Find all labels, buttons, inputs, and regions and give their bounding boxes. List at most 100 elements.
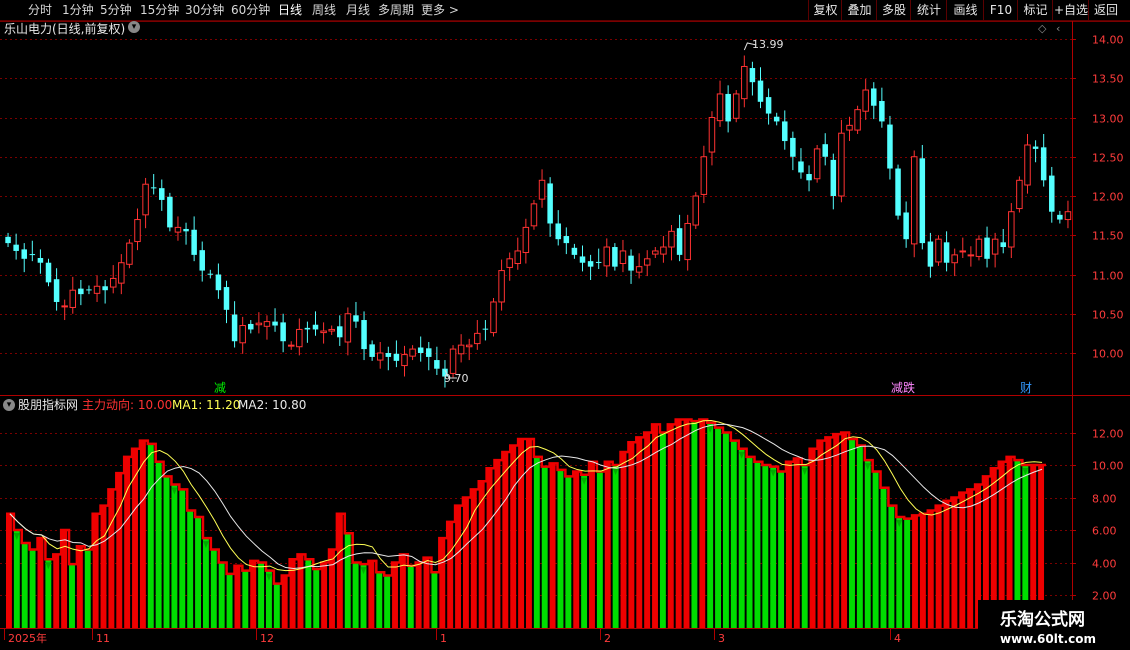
indicator-bar-green xyxy=(187,510,194,628)
indicator-bar-red xyxy=(415,562,422,628)
indicator-bar-red xyxy=(297,554,304,628)
candle-up xyxy=(401,354,408,367)
indicator-bar-red xyxy=(927,510,934,628)
candle-up xyxy=(255,322,263,326)
candle-up xyxy=(991,238,999,255)
ma1-value: 11.20 xyxy=(206,398,241,412)
indicator-bar-green xyxy=(722,432,729,628)
candle-down xyxy=(361,320,367,350)
candle-down xyxy=(1000,242,1006,248)
candle-down xyxy=(53,279,60,302)
candle-down xyxy=(426,348,432,357)
candle-down xyxy=(482,328,489,330)
indicator-bar-red xyxy=(423,557,430,628)
candle-down xyxy=(369,344,375,357)
indicator-bar-green xyxy=(754,461,761,628)
candle-down xyxy=(1032,146,1039,149)
indicator-bar-green xyxy=(801,465,808,628)
marker-jian: 减 xyxy=(214,381,227,395)
candle-down xyxy=(879,101,885,122)
watermark-title: 乐淘公式网 xyxy=(1000,610,1085,630)
indicator-main-label: 主力动向: 10.00 xyxy=(82,398,172,412)
marker-cai: 财 xyxy=(1020,381,1033,395)
indicator-bar-green xyxy=(163,476,170,628)
chevron-down-icon[interactable]: ▾ xyxy=(128,21,140,33)
candle-up xyxy=(490,301,497,334)
indicator-ma2: MA2: 10.80 xyxy=(238,398,306,412)
indicator-bar-red xyxy=(37,538,44,628)
indicator-bar-green xyxy=(541,466,548,628)
indicator-bar-green xyxy=(305,559,312,628)
candle-down xyxy=(547,183,553,224)
indicator-bar-green xyxy=(533,456,540,628)
candle-up xyxy=(69,289,77,308)
chevron-left-icon[interactable]: ‹ xyxy=(1056,22,1060,36)
candle-down xyxy=(628,255,634,271)
price-axis-label: 13.00 xyxy=(1092,113,1124,126)
indicator-axis-label: 6.00 xyxy=(1092,525,1117,538)
indicator-bar-green xyxy=(195,517,201,628)
indicator-bar-red xyxy=(510,445,517,628)
candle-up xyxy=(854,109,861,131)
candle-up xyxy=(142,183,149,216)
candle-down xyxy=(45,262,52,283)
time-axis-label: 3 xyxy=(718,632,725,645)
indicator-bar-green xyxy=(730,440,737,628)
candle-down xyxy=(231,314,238,342)
indicator-bar-green xyxy=(581,474,588,628)
candle-down xyxy=(830,159,837,196)
candle-up xyxy=(409,348,416,357)
stock-chart[interactable]: 14.0013.5013.0012.5012.0011.5011.0010.50… xyxy=(0,0,1130,650)
indicator-axis-label: 8.00 xyxy=(1092,493,1117,506)
indicator-bar-red xyxy=(817,440,824,628)
indicator-bar-red xyxy=(841,432,848,628)
indicator-chevron-icon[interactable]: ▾ xyxy=(3,399,15,411)
indicator-bar-green xyxy=(352,562,359,628)
candle-down xyxy=(927,241,934,267)
candle-down xyxy=(749,68,756,83)
indicator-axis-label: 10.00 xyxy=(1092,460,1124,473)
candle-down xyxy=(78,288,84,295)
indicator-bar-red xyxy=(644,432,651,628)
indicator-bar-green xyxy=(565,476,572,628)
main-label: 主力动向: xyxy=(82,398,135,412)
candle-up xyxy=(118,262,125,284)
candle-down xyxy=(943,242,950,263)
indicator-bar-green xyxy=(69,564,75,628)
indicator-bar-red xyxy=(573,471,580,628)
candle-up xyxy=(344,313,352,343)
diamond-icon[interactable]: ◇ xyxy=(1038,22,1046,36)
candle-down xyxy=(725,93,731,122)
indicator-bar-red xyxy=(462,497,469,628)
candle-up xyxy=(287,344,295,347)
candle-down xyxy=(199,250,205,271)
candle-down xyxy=(191,229,197,255)
candle-up xyxy=(975,238,983,257)
time-axis-label: 4 xyxy=(894,632,901,645)
candle-up xyxy=(296,328,303,348)
candle-down xyxy=(563,236,570,244)
candle-down xyxy=(798,161,804,173)
candle-down xyxy=(895,168,901,216)
indicator-bar-green xyxy=(376,572,383,628)
candle-down xyxy=(280,322,286,342)
indicator-axis-label: 12.00 xyxy=(1092,428,1124,441)
candle-up xyxy=(660,246,667,255)
candle-down xyxy=(393,353,400,361)
candle-down xyxy=(571,247,578,255)
candle-down xyxy=(385,353,392,357)
candle-up xyxy=(457,344,465,355)
indicator-bar-red xyxy=(699,419,706,628)
candle-down xyxy=(587,261,594,267)
candle-up xyxy=(449,348,457,374)
candle-down xyxy=(790,137,796,157)
candle-down xyxy=(215,274,222,291)
indicator-bar-red xyxy=(793,458,800,628)
indicator-bar-red xyxy=(321,562,328,628)
candle-up xyxy=(376,352,384,361)
indicator-bar-green xyxy=(155,461,162,628)
candle-down xyxy=(1057,214,1063,220)
candle-down xyxy=(903,212,909,240)
indicator-bar-green xyxy=(691,421,698,628)
candle-up xyxy=(109,277,117,288)
